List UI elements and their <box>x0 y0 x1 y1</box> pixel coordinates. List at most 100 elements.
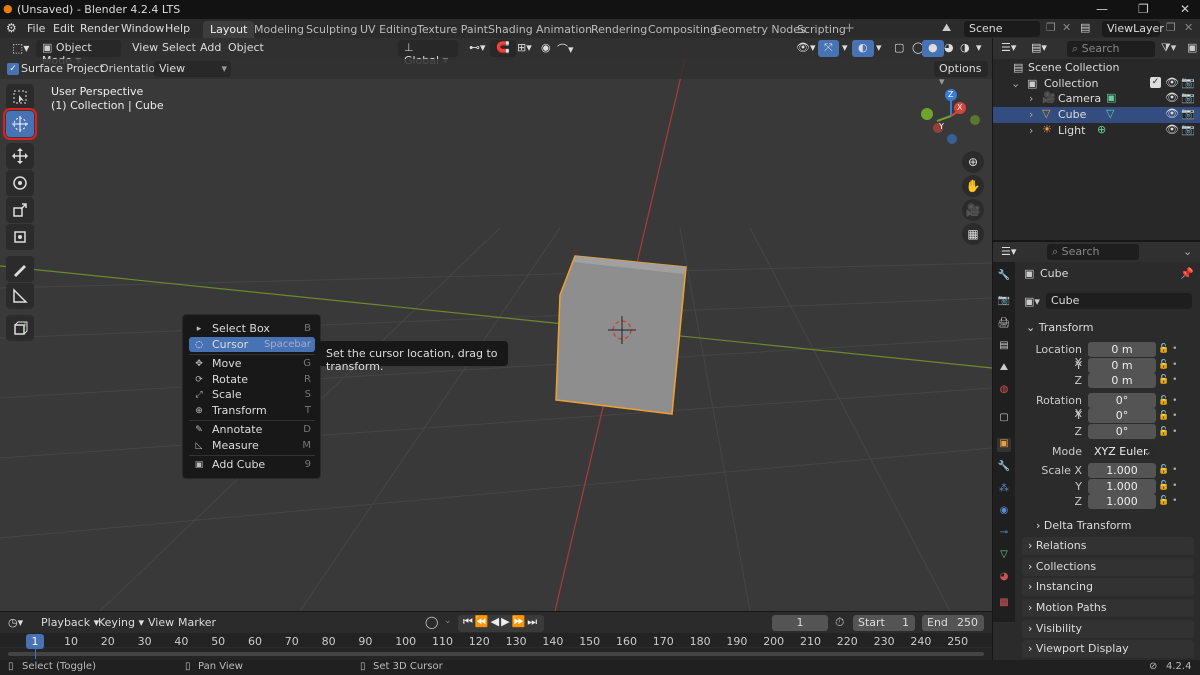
rotation-y-field[interactable]: 0° <box>1088 408 1156 423</box>
select-box-tool-icon[interactable] <box>6 84 34 110</box>
scale-z-field[interactable]: 1.000 <box>1088 494 1156 509</box>
maximize-icon[interactable]: ❐ <box>1138 2 1149 16</box>
ortho-toggle-icon[interactable]: ▦ <box>962 223 984 245</box>
expand-arrow-icon[interactable]: ⌄ <box>1011 77 1020 90</box>
jump-end-icon[interactable]: ⏭ <box>527 615 539 628</box>
exclude-checkbox[interactable]: ✓ <box>1150 77 1161 88</box>
lock-icon[interactable]: 🔓 • <box>1158 342 1177 358</box>
measure-tool-icon[interactable] <box>6 283 34 309</box>
camera-render-icon[interactable]: 📷 <box>1181 76 1195 89</box>
particles-tab-icon[interactable]: ⁂ <box>997 483 1011 497</box>
panel-instancing[interactable]: › Instancing <box>1022 578 1194 596</box>
object-tab-icon[interactable]: ▣ <box>997 438 1011 452</box>
visibility-icon[interactable]: 👁▾ <box>790 40 822 57</box>
new-collection-icon[interactable]: ▣ <box>1187 41 1197 54</box>
object-type-icon[interactable]: ▣▾ <box>1024 295 1040 308</box>
display-mode-icon[interactable]: ▤▾ <box>1031 41 1047 54</box>
timeline-keying-menu[interactable]: Keying ▾ <box>98 616 144 629</box>
texture-tab-icon[interactable]: ▩ <box>997 597 1011 611</box>
jump-keyframe-forward-icon[interactable]: ⏩ <box>512 615 528 628</box>
scene-new-icon[interactable]: ❐ <box>1046 21 1056 34</box>
menu-window[interactable]: Window <box>121 22 164 35</box>
lock-icon[interactable]: 🔓 • <box>1158 463 1177 479</box>
timeline-playback-menu[interactable]: Playback ▾ <box>41 616 99 629</box>
render-tab-icon[interactable]: 📷 <box>997 295 1011 309</box>
3d-viewport[interactable]: User Perspective (1) Collection | Cube Z… <box>0 38 992 611</box>
panel-relations[interactable]: › Relations <box>1022 537 1194 555</box>
blender-menu-icon[interactable]: ⚙ <box>6 21 17 35</box>
scale-tool-icon[interactable] <box>6 197 34 223</box>
gizmo-dropdown-icon[interactable]: ▾ <box>836 40 854 57</box>
shading-dropdown-icon[interactable]: ▾ <box>970 40 988 57</box>
scene-icon[interactable]: ⛰ <box>942 21 951 35</box>
orientation-dropdown[interactable]: ⊥ Global ▾ <box>398 40 458 67</box>
mode-dropdown[interactable]: ▣ Object Mode ▾ <box>36 40 121 67</box>
scene-delete-icon[interactable]: ✕ <box>1062 21 1071 34</box>
menu-item-scale[interactable]: ⤢ Scale S <box>189 387 315 402</box>
lock-icon[interactable]: 🔓 • <box>1158 394 1177 410</box>
pin-icon[interactable]: 📌 <box>1180 267 1194 280</box>
output-tab-icon[interactable]: 🖨 <box>997 318 1011 332</box>
menu-item-add-cube[interactable]: ▣ Add Cube 9 <box>189 457 315 472</box>
view-layer-new-icon[interactable]: ❐ <box>1166 21 1176 34</box>
preview-range-icon[interactable]: ⏱ <box>835 615 844 630</box>
eye-icon[interactable]: 👁 <box>1165 107 1179 120</box>
outliner-row-scene-collection[interactable]: ▤ Scene Collection <box>993 60 1200 76</box>
eye-icon[interactable]: 👁 <box>1165 76 1179 89</box>
view-layer-icon[interactable]: ▤ <box>1080 21 1090 34</box>
modifier-tab-icon[interactable]: 🔧 <box>997 461 1011 475</box>
view-layer-field[interactable]: ViewLayer <box>1102 21 1164 37</box>
transform-panel-header[interactable]: ⌄ Transform <box>1026 321 1093 334</box>
play-reverse-icon[interactable]: ◀ <box>491 615 501 628</box>
move-tool-icon[interactable] <box>6 143 34 169</box>
physics-tab-icon[interactable]: ◉ <box>997 505 1011 519</box>
world-tab-icon[interactable]: ◍ <box>997 384 1011 398</box>
orientation-setting-dropdown[interactable]: View ▾ <box>154 61 231 77</box>
expand-arrow-icon[interactable]: › <box>1029 124 1033 137</box>
expand-arrow-icon[interactable]: › <box>1029 108 1033 121</box>
playhead[interactable]: 1 <box>26 634 44 649</box>
outliner-row-camera[interactable]: › 🎥 Camera ▣ 👁 📷 <box>993 91 1200 107</box>
eye-icon[interactable]: 👁 <box>1165 91 1179 104</box>
pivot-point-icon[interactable]: ⊷▾ <box>463 40 492 57</box>
lock-icon[interactable]: 🔓 • <box>1158 373 1177 389</box>
editor-type-icon[interactable]: ⬚▾ <box>6 40 35 57</box>
scale-x-field[interactable]: 1.000 <box>1088 463 1156 478</box>
rotate-tool-icon[interactable] <box>6 170 34 196</box>
camera-view-icon[interactable]: 🎥 <box>962 199 984 221</box>
zoom-icon[interactable]: ⊕ <box>962 151 984 173</box>
transform-tool-icon[interactable] <box>6 224 34 250</box>
minimize-icon[interactable]: — <box>1096 2 1108 16</box>
current-frame-field[interactable]: 1 <box>772 615 828 631</box>
menu-render[interactable]: Render <box>80 22 119 35</box>
menu-item-measure[interactable]: ◺ Measure M <box>189 438 315 453</box>
menu-item-transform[interactable]: ⊕ Transform T <box>189 403 315 418</box>
jump-start-icon[interactable]: ⏮ <box>463 615 475 628</box>
view-layer-tab-icon[interactable]: ▤ <box>997 340 1011 354</box>
timeline-view-menu[interactable]: View <box>148 616 174 629</box>
location-y-field[interactable]: 0 m <box>1088 358 1156 373</box>
expand-arrow-icon[interactable]: › <box>1029 92 1033 105</box>
mesh-data-icon[interactable]: ▽ <box>1106 107 1114 120</box>
rotation-z-field[interactable]: 0° <box>1088 424 1156 439</box>
location-z-field[interactable]: 0 m <box>1088 373 1156 388</box>
overlay-dropdown-icon[interactable]: ▾ <box>870 40 888 57</box>
cube-object[interactable] <box>0 38 992 611</box>
timeline-marker-menu[interactable]: Marker <box>178 616 216 629</box>
snap-target-icon[interactable]: ⊞▾ <box>511 40 538 57</box>
outliner-row-cube[interactable]: › ▽ Cube ▽ 👁 📷 <box>993 107 1200 123</box>
cursor-tool-icon[interactable] <box>3 108 37 140</box>
timeline-scrollbar[interactable] <box>8 652 984 656</box>
menu-item-cursor[interactable]: ◌ Cursor Spacebar <box>189 337 315 352</box>
properties-editor-icon[interactable]: ☰▾ <box>1001 245 1016 258</box>
collection-tab-icon[interactable]: ▢ <box>997 412 1011 426</box>
end-frame-field[interactable]: End 250 <box>922 615 984 631</box>
rotation-x-field[interactable]: 0° <box>1088 393 1156 408</box>
outliner-row-collection[interactable]: ⌄ ▣ Collection ✓ 👁 📷 <box>993 76 1200 92</box>
add-cube-tool-icon[interactable]: + <box>6 315 34 341</box>
light-data-icon[interactable]: ⊕ <box>1097 123 1106 136</box>
lock-icon[interactable]: 🔓 • <box>1158 494 1177 510</box>
filter-icon[interactable]: ⧩▾ <box>1161 41 1176 55</box>
menu-item-select-box[interactable]: ▸ Select Box B <box>189 321 315 336</box>
keying-dropdown-icon[interactable]: ⌄ <box>444 616 452 626</box>
